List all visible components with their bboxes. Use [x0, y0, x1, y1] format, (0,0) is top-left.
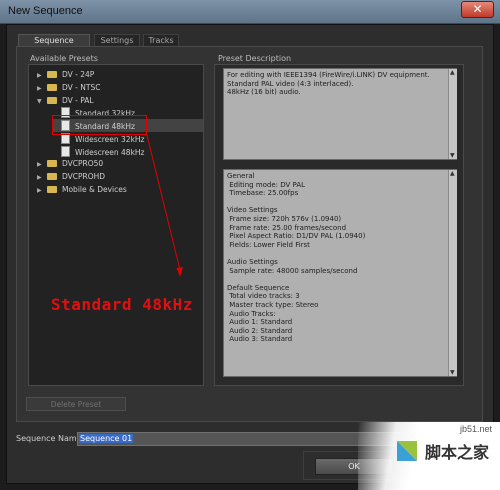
annotation-callout: Standard 48kHz: [51, 295, 193, 314]
watermark-url: jb51.net: [460, 424, 493, 434]
watermark-logo-icon: [397, 441, 417, 461]
annotation-arrow-head: [176, 267, 183, 277]
annotation-arrow: [144, 126, 183, 277]
watermark-site-name: 脚本之家: [425, 443, 490, 462]
annotation-arrow-line: [144, 126, 181, 271]
